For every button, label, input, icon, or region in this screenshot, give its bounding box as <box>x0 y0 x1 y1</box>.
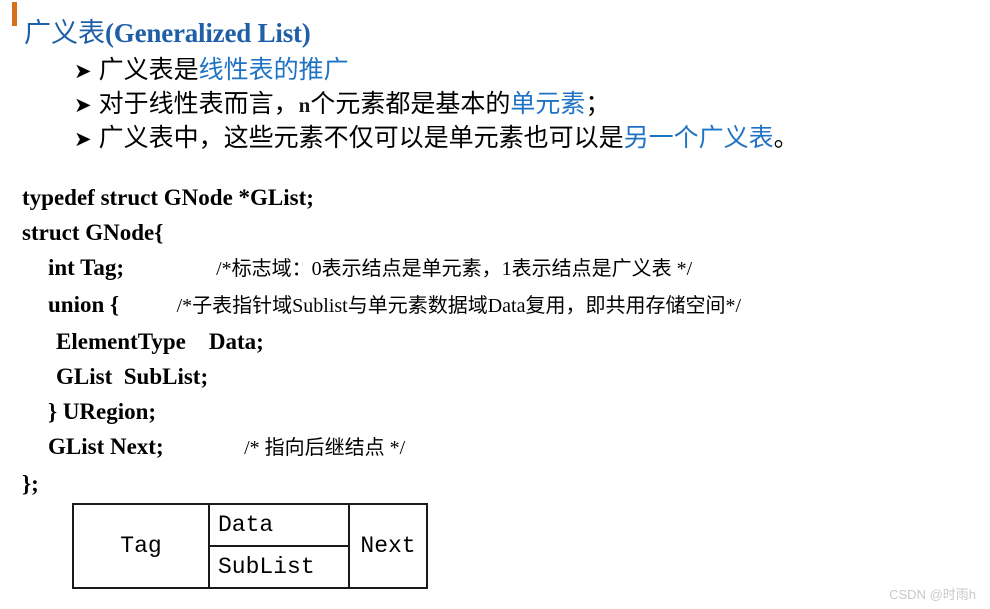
bullet-item-1: ➤ 广义表是线性表的推广 <box>74 54 984 88</box>
bullet-item-label: 对于线性表而言，n个元素都是基本的单元素； <box>98 90 611 118</box>
cell-tag: Tag <box>72 503 210 589</box>
watermark: CSDN @时雨h <box>889 587 976 602</box>
arrow-bullet-icon: ➤ <box>74 60 92 83</box>
code-block: typedef struct GNode *GList; struct GNode… <box>22 180 982 501</box>
cell-union: Data SubList <box>208 503 350 589</box>
code-line-7: } URegion; <box>22 394 982 429</box>
code-line-8: GList Next; /* 指向后继结点 */ <box>22 429 982 466</box>
bullet-list: ➤ 广义表是线性表的推广 ➤ 对于线性表而言，n个元素都是基本的单元素； ➤ 广义表中，这… <box>74 54 984 156</box>
code-comment: /*标志域：0表示结点是单元素，1表示结点是广义表 */ <box>216 258 693 280</box>
table-row: Data <box>210 505 348 547</box>
arrow-bullet-icon: ➤ <box>74 94 92 117</box>
code-comment: /* 指向后继结点 */ <box>244 437 406 459</box>
code-text: GList SubList; <box>56 364 209 389</box>
bullet-item-label: 广义表是线性表的推广 <box>98 56 349 84</box>
cell-sublist: SubList <box>218 554 315 580</box>
table-row: Tag Data SubList Next <box>72 503 428 589</box>
code-line-4: union { /*子表指针域Sublist与单元素数据域Data复用，即共用存… <box>22 287 982 324</box>
code-text: struct GNode{ <box>22 220 164 245</box>
page-title-cn: 广义表 <box>24 18 105 48</box>
code-text: ElementType Data; <box>56 329 264 354</box>
bullet-item-3: ➤ 广义表中，这些元素不仅可以是单元素也可以是另一个广义表。 <box>74 122 984 156</box>
cell-next: Next <box>348 503 428 589</box>
code-gap <box>124 255 216 280</box>
code-line-1: typedef struct GNode *GList; <box>22 180 982 215</box>
union-inner-table: Data SubList <box>210 505 348 587</box>
table-row: SubList <box>210 546 348 587</box>
code-text: int Tag; <box>48 255 125 280</box>
accent-bar <box>12 2 17 26</box>
code-text: GList Next; <box>48 434 164 459</box>
bullet-item-2: ➤ 对于线性表而言，n个元素都是基本的单元素； <box>74 88 984 122</box>
bullet-item-label: 广义表中，这些元素不仅可以是单元素也可以是另一个广义表。 <box>98 124 799 152</box>
code-text: union { <box>48 292 120 317</box>
page-title-en: (Generalized List) <box>105 18 311 48</box>
code-gap <box>119 292 177 317</box>
code-text: } URegion; <box>48 399 157 424</box>
arrow-bullet-icon: ➤ <box>74 128 92 151</box>
code-gap <box>164 434 245 459</box>
code-line-3: int Tag; /*标志域：0表示结点是单元素，1表示结点是广义表 */ <box>22 250 982 287</box>
code-line-2: struct GNode{ <box>22 215 982 250</box>
code-text: }; <box>22 471 39 496</box>
node-struct-diagram: Tag Data SubList Next <box>72 503 428 589</box>
code-text: typedef struct GNode *GList; <box>22 185 314 210</box>
page-title: 广义表(Generalized List) <box>24 18 311 48</box>
code-line-9: }; <box>22 466 982 501</box>
code-line-6: GList SubList; <box>22 359 982 394</box>
cell-data: Data <box>210 505 348 547</box>
code-comment: /*子表指针域Sublist与单元素数据域Data复用，即共用存储空间*/ <box>176 295 742 317</box>
code-line-5: ElementType Data; <box>22 324 982 359</box>
